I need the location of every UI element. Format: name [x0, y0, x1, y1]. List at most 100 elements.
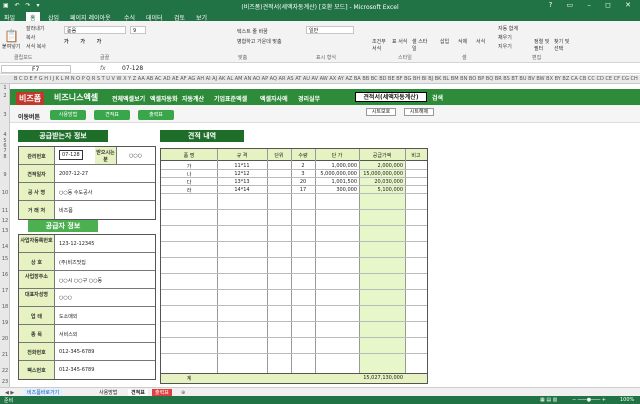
- wrap-text-button[interactable]: 텍스트 줄 바꿈: [237, 28, 268, 35]
- row-number[interactable]: 2: [0, 93, 10, 99]
- row-headers[interactable]: 1 2 3 4 5 6 7 8 9 10 11 12 13 14 15 16 1…: [0, 84, 10, 387]
- worksheet[interactable]: 비즈폼 비즈니스엑셀 전체엑셀보기 엑셀자동화 자동계산 기업표준엑셀 엑셀자사…: [10, 84, 640, 387]
- business-type-value[interactable]: 도소매외: [59, 313, 77, 320]
- row-number[interactable]: 18: [0, 304, 10, 310]
- row-line: [161, 289, 427, 290]
- column-letters[interactable]: B C D E F G H I J K L M N O P Q R S T U …: [14, 76, 638, 82]
- field-label: 견적일자: [19, 165, 55, 182]
- total-label: 계: [186, 376, 192, 382]
- view-mode-icons[interactable]: ▦ ▤ ▥: [540, 397, 557, 403]
- row-number[interactable]: 14: [0, 244, 10, 250]
- row-number[interactable]: 22: [0, 368, 10, 374]
- status-ready: 준비: [4, 398, 14, 404]
- paste-button[interactable]: 붙여넣기: [2, 43, 20, 50]
- row-number[interactable]: 15: [0, 256, 10, 262]
- sheet-unprotect-button[interactable]: 시트해제: [404, 108, 434, 116]
- client-value[interactable]: 비즈폼: [59, 207, 73, 214]
- tab-home[interactable]: 홈: [26, 12, 40, 22]
- zoom-slider[interactable]: − ───●─── +: [572, 397, 606, 403]
- row-number[interactable]: 3: [0, 112, 10, 118]
- row-number[interactable]: 19: [0, 320, 10, 326]
- paste-icon[interactable]: 📋: [4, 29, 19, 43]
- row-number[interactable]: 11: [0, 208, 10, 214]
- cell-style-button[interactable]: 셀 스타일: [412, 38, 428, 52]
- row-line: [161, 225, 427, 226]
- conditional-format-button[interactable]: 조건부 서식: [372, 38, 388, 52]
- sort-filter-button[interactable]: 정렬 및 필터: [534, 38, 552, 52]
- fill-button[interactable]: 채우기: [498, 34, 512, 41]
- management-number-cell[interactable]: 07-128: [59, 150, 83, 160]
- nav-item-excel-auto[interactable]: 엑셀자동화: [150, 94, 178, 103]
- name-box[interactable]: F7: [1, 65, 71, 73]
- find-select-button[interactable]: 찾기 및 선택: [554, 38, 572, 52]
- business-excel-logo[interactable]: 비즈니스엑셀: [54, 92, 98, 103]
- group-cells: 셀: [462, 55, 467, 61]
- row-number[interactable]: 9: [0, 172, 10, 178]
- nav-item-accounting[interactable]: 경리실무: [298, 94, 320, 103]
- nav-item-all-excel[interactable]: 전체엑셀보기: [112, 94, 145, 103]
- field-label: 대표자성명: [19, 289, 55, 306]
- supplier-row: 상 호 (주)비즈맛집: [19, 253, 155, 271]
- row-line: [161, 241, 427, 242]
- table-format-button[interactable]: 표 서식: [392, 38, 408, 45]
- row-number[interactable]: 1: [0, 85, 10, 91]
- nav-item-standard-excel[interactable]: 기업표준엑셀: [214, 94, 247, 103]
- estimate-date-value[interactable]: 2007-12-27: [59, 171, 88, 177]
- group-number: 표시 형식: [316, 55, 336, 61]
- nav-item-excel-self[interactable]: 엑셀자사에: [260, 94, 288, 103]
- nav-item-auto-calc[interactable]: 자동계산: [182, 94, 204, 103]
- ceo-name-value[interactable]: ○○○: [59, 295, 72, 301]
- autosum-button[interactable]: 자동 합계: [498, 25, 518, 32]
- project-name-value[interactable]: ○○동 수도공사: [59, 189, 92, 196]
- company-name-value[interactable]: (주)비즈맛집: [59, 259, 86, 266]
- supplier-table: 사업자등록번호 123-12-12345 상 호 (주)비즈맛집 사업장주소 ○○시 …: [18, 234, 156, 380]
- format-cells-button[interactable]: 서식: [476, 38, 485, 45]
- cut-button[interactable]: 잘라내기: [26, 25, 44, 32]
- usage-button[interactable]: 사용방법: [50, 110, 86, 120]
- estimate-sheet-button[interactable]: 견적표: [94, 110, 130, 120]
- row-number[interactable]: 21: [0, 352, 10, 358]
- field-label: 전화번호: [19, 343, 55, 360]
- column-headers[interactable]: B C D E F G H I J K L M N O P Q R S T U …: [0, 75, 640, 84]
- row-number[interactable]: 8: [0, 154, 10, 160]
- row-number[interactable]: 13: [0, 228, 10, 234]
- address-value[interactable]: ○○시 ○○구 ○○동: [59, 277, 102, 284]
- current-form-tag: 견적서(세액자동계산): [355, 92, 427, 102]
- window-controls[interactable]: ? ▭ – ◻ ✕: [549, 1, 637, 9]
- field-label: 공 사 명: [19, 183, 55, 200]
- supplier-row: 업 태 도소매외: [19, 307, 155, 325]
- delete-cells-button[interactable]: 삭제: [458, 38, 467, 45]
- receiver-row: 관리번호 07-128 받으시는 분 ○○○: [19, 147, 155, 165]
- receiver-name-value[interactable]: ○○○: [129, 153, 142, 159]
- sheet-protect-button[interactable]: 시트보호: [366, 108, 396, 116]
- number-format-select[interactable]: 일반: [306, 26, 354, 34]
- row-number[interactable]: 12: [0, 218, 10, 224]
- business-item-value[interactable]: 서비스외: [59, 331, 77, 338]
- format-painter-button[interactable]: 서식 복사: [26, 43, 46, 50]
- bizform-logo[interactable]: 비즈폼: [16, 92, 45, 105]
- clear-button[interactable]: 지우기: [498, 43, 512, 50]
- fx-icon[interactable]: fx: [100, 65, 106, 72]
- business-number-value[interactable]: 123-12-12345: [59, 241, 94, 247]
- phone-value[interactable]: 012-345-6789: [59, 349, 94, 355]
- row-number[interactable]: 20: [0, 336, 10, 342]
- insert-cells-button[interactable]: 삽입: [440, 38, 449, 45]
- copy-button[interactable]: 복사: [26, 34, 35, 41]
- receiver-row: 거 래 처 비즈폼: [19, 201, 155, 219]
- font-style-buttons[interactable]: 가 가 가: [64, 38, 106, 45]
- row-number[interactable]: 23: [0, 379, 10, 385]
- formula-input[interactable]: 07-128: [122, 65, 143, 72]
- row-number[interactable]: 16: [0, 272, 10, 278]
- font-select[interactable]: 돋움: [64, 26, 126, 34]
- grid-line: [267, 149, 268, 373]
- row-number[interactable]: 17: [0, 288, 10, 294]
- supplier-row: 사업자등록번호 123-12-12345: [19, 235, 155, 253]
- fax-value[interactable]: 012-345-6789: [59, 367, 94, 373]
- font-size-select[interactable]: 9: [130, 26, 146, 34]
- print-sheet-button[interactable]: 출력표: [138, 110, 174, 120]
- row-number[interactable]: 10: [0, 190, 10, 196]
- merge-center-button[interactable]: 병합하고 가운데 맞춤: [237, 38, 282, 45]
- zoom-level[interactable]: 100%: [620, 397, 634, 403]
- row-line: [161, 337, 427, 338]
- search-link[interactable]: 검색: [432, 93, 443, 102]
